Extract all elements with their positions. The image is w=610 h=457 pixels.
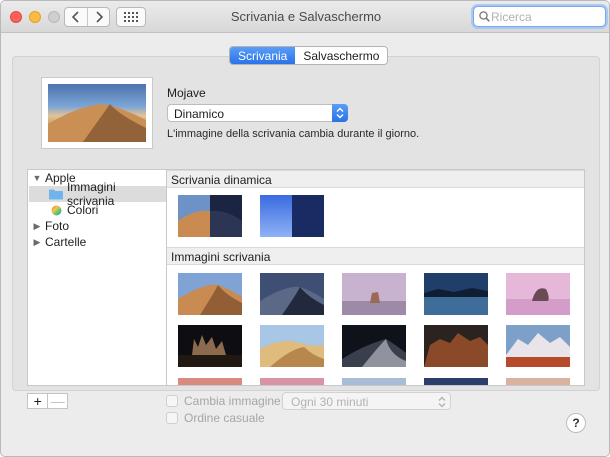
wallpaper-pink-lake-rock[interactable] (506, 273, 570, 315)
chevron-right-icon (95, 11, 103, 23)
change-interval-value: Ogni 30 minuti (291, 395, 369, 409)
wallpaper-mojave-day[interactable] (178, 273, 242, 315)
wallpaper-row3-1[interactable] (178, 377, 242, 385)
change-picture-label: Cambia immagine: (184, 394, 285, 408)
source-colori-label: Colori (67, 203, 99, 217)
add-remove-folder-control: + — (27, 393, 68, 409)
source-foto[interactable]: ▶ Foto (32, 218, 69, 234)
source-list: ▼ Apple Immagini scrivania Colori ▶ Foto… (27, 169, 167, 386)
change-picture-option[interactable]: Cambia immagine: (166, 394, 284, 408)
wallpaper-row3-4[interactable] (424, 377, 488, 385)
grid-icon (124, 12, 138, 22)
tab-bar: Scrivania Salvaschermo (229, 46, 389, 65)
system-preferences-window: Scrivania e Salvaschermo Scrivania Salva… (0, 0, 610, 457)
zoom-window-button[interactable] (48, 11, 60, 23)
source-cartelle-label: Cartelle (45, 235, 87, 249)
search-icon (479, 11, 490, 22)
section-header-dynamic: Scrivania dinamica (167, 170, 584, 188)
window-title: Scrivania e Salvaschermo (230, 9, 382, 24)
color-wheel-icon (51, 205, 62, 215)
random-order-option[interactable]: Ordine casuale (166, 411, 265, 425)
tab-salvaschermo[interactable]: Salvaschermo (295, 47, 387, 64)
appearance-mode-select[interactable]: Dinamico (167, 104, 348, 122)
close-window-button[interactable] (10, 11, 22, 23)
change-interval-select[interactable]: Ogni 30 minuti (282, 392, 451, 410)
source-foto-label: Foto (45, 219, 70, 233)
help-button[interactable]: ? (566, 413, 586, 433)
navigation-buttons (64, 7, 110, 27)
show-all-button[interactable] (116, 7, 146, 27)
search-field[interactable] (473, 6, 606, 27)
wallpaper-dunes-night[interactable] (342, 325, 406, 367)
wallpaper-grid: Scrivania dinamica Immagini scrivania (167, 169, 585, 386)
tab-scrivania[interactable]: Scrivania (230, 47, 296, 64)
source-colori[interactable]: Colori (29, 202, 98, 218)
forward-button[interactable] (87, 8, 109, 26)
updown-chevron-icon (332, 104, 348, 122)
wallpaper-row3-2[interactable] (260, 377, 324, 385)
random-order-checkbox[interactable] (166, 412, 178, 424)
wallpaper-row3-3[interactable] (342, 377, 406, 385)
title-bar: Scrivania e Salvaschermo (1, 1, 609, 33)
disclosure-open-icon[interactable]: ▼ (32, 173, 42, 183)
disclosure-closed-icon[interactable]: ▶ (32, 237, 42, 248)
mojave-preview-image (48, 84, 146, 142)
wallpaper-name: Mojave (167, 86, 206, 100)
wallpaper-city-night[interactable] (178, 325, 242, 367)
source-cartelle[interactable]: ▶ Cartelle (32, 234, 87, 250)
current-wallpaper-preview (41, 77, 153, 149)
updown-chevron-icon (438, 396, 446, 408)
wallpaper-mountains-sunset[interactable] (506, 325, 570, 367)
appearance-mode-value: Dinamico (174, 107, 225, 121)
remove-folder-button[interactable]: — (47, 394, 67, 408)
disclosure-closed-icon[interactable]: ▶ (32, 221, 42, 232)
wallpaper-canyon[interactable] (424, 325, 488, 367)
minimize-window-button[interactable] (29, 11, 41, 23)
wallpaper-rock-lake[interactable] (342, 273, 406, 315)
wallpaper-dunes-day[interactable] (260, 325, 324, 367)
change-picture-checkbox[interactable] (166, 395, 178, 407)
wallpaper-solar-gradients[interactable] (260, 195, 324, 237)
source-immagini-scrivania[interactable]: Immagini scrivania (29, 180, 166, 208)
wallpaper-mojave-night[interactable] (260, 273, 324, 315)
wallpaper-description: L'immagine della scrivania cambia durant… (167, 128, 420, 140)
random-order-label: Ordine casuale (184, 411, 265, 425)
add-folder-button[interactable]: + (28, 394, 47, 408)
wallpaper-mojave-dynamic[interactable] (178, 195, 242, 237)
search-input[interactable] (491, 9, 601, 24)
section-header-images: Immagini scrivania (167, 247, 584, 265)
wallpaper-lake-dusk[interactable] (424, 273, 488, 315)
dune-picture (48, 104, 146, 142)
back-button[interactable] (65, 8, 87, 26)
chevron-left-icon (72, 11, 79, 23)
folder-icon (49, 189, 63, 199)
wallpaper-row3-5[interactable] (506, 377, 570, 385)
